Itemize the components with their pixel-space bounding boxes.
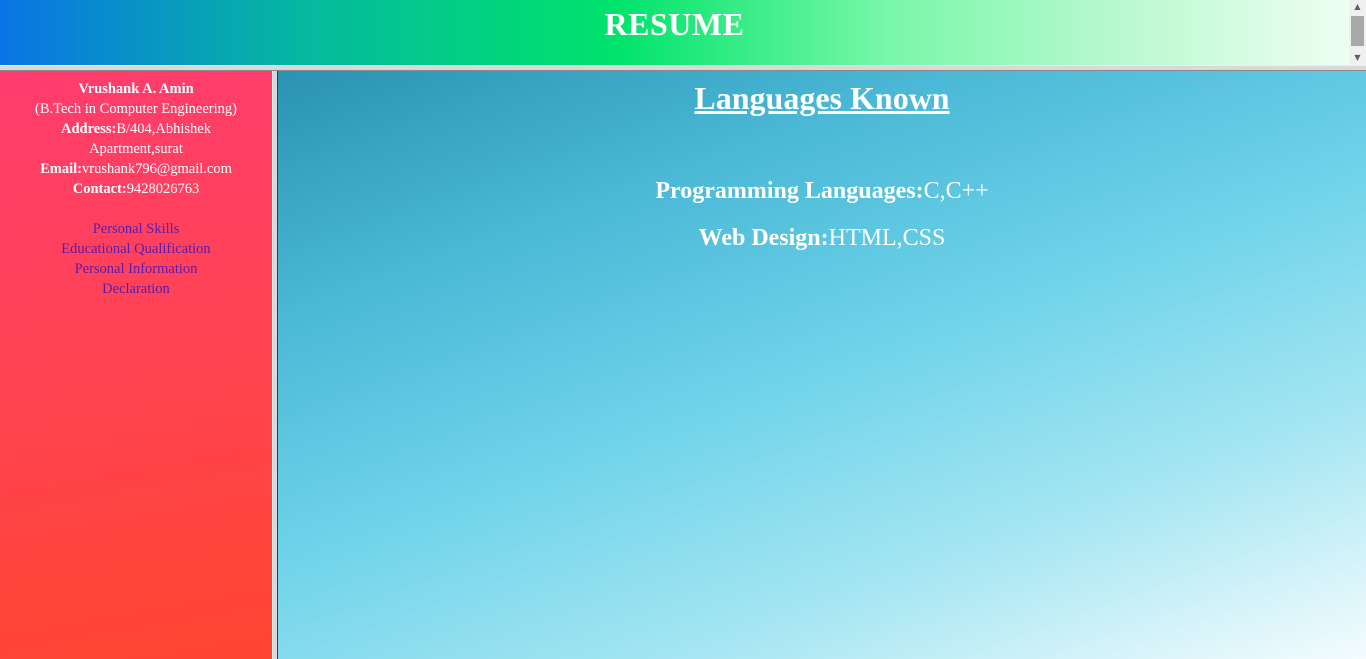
address-line-1: B/404,Abhishek xyxy=(116,121,211,137)
nav-link-personal-skills[interactable]: Personal Skills xyxy=(0,219,272,239)
contact-value: 9428026763 xyxy=(126,181,200,197)
content-frame: Languages Known Programming Languages:C,… xyxy=(278,71,1366,659)
email-value: vrushank796@gmail.com xyxy=(82,161,232,177)
profile-contact: Contact:9428026763 xyxy=(0,179,272,199)
header-scrollbar[interactable]: ▲ ▼ xyxy=(1349,0,1366,65)
language-row-key: Web Design: xyxy=(698,225,829,251)
profile-degree: (B.Tech in Computer Engineering) xyxy=(35,101,237,117)
nav-link-educational-qualification[interactable]: Educational Qualification xyxy=(0,239,272,259)
address-line-2: Apartment,surat xyxy=(89,141,183,157)
language-row-value: C,C++ xyxy=(923,178,989,204)
page-title: RESUME xyxy=(604,6,745,42)
address-label: Address: xyxy=(61,121,117,137)
language-row-key: Programming Languages: xyxy=(655,178,924,204)
sidebar-frame: Vrushank A. Amin (B.Tech in Computer Eng… xyxy=(0,71,272,659)
language-row-web-design: Web Design:HTML,CSS xyxy=(278,224,1366,252)
header-frame: RESUME ▲ ▼ xyxy=(0,0,1366,65)
profile-email: Email:vrushank796@gmail.com xyxy=(0,159,272,179)
profile-block: Vrushank A. Amin (B.Tech in Computer Eng… xyxy=(0,71,272,199)
nav-link-personal-information[interactable]: Personal Information xyxy=(0,259,272,279)
language-row-value: HTML,CSS xyxy=(828,225,946,251)
scroll-up-arrow-icon[interactable]: ▲ xyxy=(1349,0,1366,14)
contact-label: Contact: xyxy=(72,181,127,197)
email-label: Email: xyxy=(40,161,82,177)
scrollbar-thumb[interactable] xyxy=(1351,16,1364,46)
sidebar-nav: Personal Skills Educational Qualificatio… xyxy=(0,219,272,299)
scroll-down-arrow-icon[interactable]: ▼ xyxy=(1349,51,1366,65)
section-heading: Languages Known xyxy=(694,80,950,116)
nav-link-declaration[interactable]: Declaration xyxy=(0,279,272,299)
language-row-programming: Programming Languages:C,C++ xyxy=(278,177,1366,205)
profile-name: Vrushank A. Amin xyxy=(78,81,194,97)
profile-address: Address:B/404,Abhishek xyxy=(0,119,272,139)
